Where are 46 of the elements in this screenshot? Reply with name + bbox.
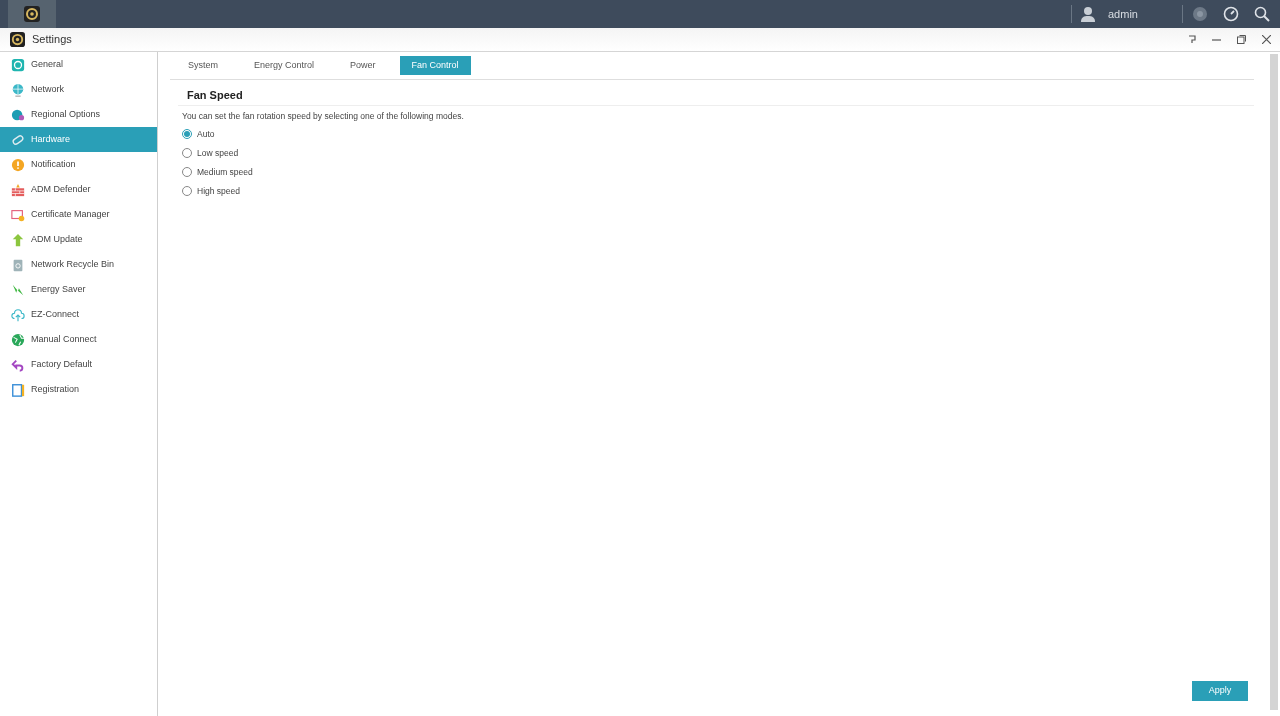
search-icon[interactable] xyxy=(1254,6,1270,22)
sidebar-item[interactable]: ADM Defender xyxy=(0,177,157,202)
certificate-icon xyxy=(11,207,25,222)
sidebar-item[interactable]: Network xyxy=(0,77,157,102)
user-icon[interactable] xyxy=(1080,6,1096,22)
radio-label[interactable]: High speed xyxy=(197,184,240,198)
sidebar-item[interactable]: ADM Update xyxy=(0,227,157,252)
sidebar-item[interactable]: Manual Connect xyxy=(0,327,157,352)
tab[interactable]: System xyxy=(176,56,230,75)
gauge-icon[interactable] xyxy=(1223,6,1239,22)
radio-label[interactable]: Medium speed xyxy=(197,165,253,179)
globe-pin-icon xyxy=(11,107,25,122)
brick-wall-icon xyxy=(11,182,25,197)
user-name[interactable]: admin xyxy=(1108,5,1172,23)
sidebar-item[interactable]: General xyxy=(0,52,157,77)
tab[interactable]: Power xyxy=(338,56,388,75)
scrollbar[interactable] xyxy=(1270,54,1278,710)
description-text: You can set the fan rotation speed by selecting one of the following modes. xyxy=(182,109,465,123)
sidebar-item[interactable]: Factory Default xyxy=(0,352,157,377)
radio-button[interactable] xyxy=(182,186,192,197)
globe-icon xyxy=(11,332,25,347)
tab[interactable]: Energy Control xyxy=(242,56,327,75)
sidebar-item[interactable]: Regional Options xyxy=(0,102,157,127)
help-icon[interactable] xyxy=(1188,34,1196,45)
sidebar-item[interactable]: Registration xyxy=(0,377,157,402)
sidebar-item[interactable]: Energy Saver xyxy=(0,277,157,302)
sidebar-item[interactable]: EZ-Connect xyxy=(0,302,157,327)
close-icon[interactable] xyxy=(1262,35,1271,44)
globe-icon xyxy=(11,82,25,97)
radio-label[interactable]: Low speed xyxy=(197,146,239,160)
window-title: Settings xyxy=(32,32,72,48)
notification-icon[interactable] xyxy=(1193,7,1207,21)
radio-button[interactable] xyxy=(182,148,192,159)
restore-icon[interactable] xyxy=(1237,35,1246,44)
radio-button[interactable] xyxy=(182,167,192,178)
exclamation-icon xyxy=(11,157,25,172)
cloud-upload-icon xyxy=(11,307,25,322)
up-arrow-icon xyxy=(11,232,25,247)
section-title: Fan Speed xyxy=(187,88,244,103)
sidebar-item[interactable]: Notification xyxy=(0,152,157,177)
clipboard-icon xyxy=(11,382,25,397)
sidebar-item[interactable]: Certificate Manager xyxy=(0,202,157,227)
radio-label[interactable]: Auto xyxy=(197,127,215,141)
general-icon xyxy=(11,57,25,72)
recycle-bin-icon xyxy=(11,257,25,272)
sidebar-item[interactable]: Network Recycle Bin xyxy=(0,252,157,277)
